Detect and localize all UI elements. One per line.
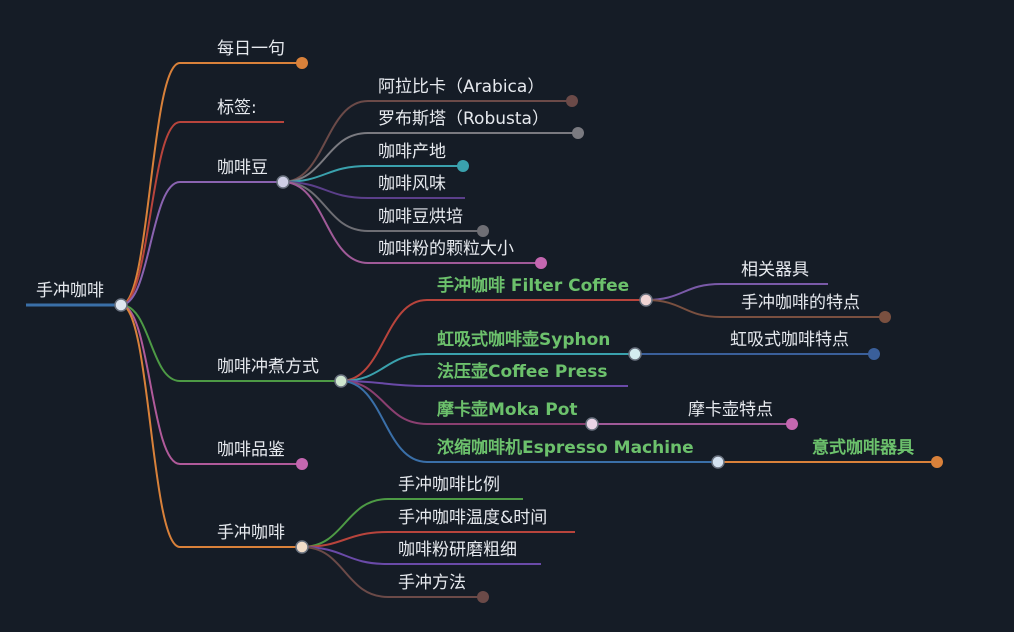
node-tasting[interactable]: 咖啡品鉴 <box>217 442 285 459</box>
link-beans-0 <box>282 100 369 183</box>
dot-tasting[interactable] <box>296 458 308 470</box>
dot-beans-5[interactable] <box>535 257 547 269</box>
link-methods-3 <box>340 380 428 425</box>
node-beans-4[interactable]: 咖啡豆烘培 <box>378 209 463 226</box>
branch-link-tasting <box>120 304 181 465</box>
dot-methods-0[interactable] <box>639 293 653 307</box>
node-methods-1[interactable]: 虹吸式咖啡壶Syphon <box>437 332 610 349</box>
node-pour-0[interactable]: 手冲咖啡比例 <box>398 477 500 494</box>
dot-root[interactable] <box>114 298 128 312</box>
node-beans-2[interactable]: 咖啡产地 <box>378 144 446 161</box>
node-pour-1[interactable]: 手冲咖啡温度&时间 <box>398 510 547 527</box>
dot-beans-1[interactable] <box>572 127 584 139</box>
link-methods-1 <box>340 353 428 382</box>
branch-link-daily <box>120 62 181 306</box>
dot-daily[interactable] <box>296 57 308 69</box>
dot-methods-4[interactable] <box>711 455 725 469</box>
dot-beans-2[interactable] <box>457 160 469 172</box>
node-beans-0[interactable]: 阿拉比卡（Arabica） <box>378 79 544 96</box>
dot-methods-3-0[interactable] <box>786 418 798 430</box>
node-methods-3-0[interactable]: 摩卡壶特点 <box>688 402 773 419</box>
dot-methods[interactable] <box>334 374 348 388</box>
node-pour-3[interactable]: 手冲方法 <box>398 575 466 592</box>
dot-methods-1-0[interactable] <box>868 348 880 360</box>
link-methods-0 <box>340 299 428 382</box>
node-methods-0-1[interactable]: 手冲咖啡的特点 <box>741 295 860 312</box>
branch-link-methods <box>120 304 181 382</box>
branch-link-beans <box>120 181 181 306</box>
dot-methods-4-0[interactable] <box>931 456 943 468</box>
node-pour-2[interactable]: 咖啡粉研磨粗细 <box>398 542 517 559</box>
node-methods[interactable]: 咖啡冲煮方式 <box>217 359 319 376</box>
node-beans-5[interactable]: 咖啡粉的颗粒大小 <box>378 241 514 258</box>
dot-beans-4[interactable] <box>477 225 489 237</box>
dot-beans-0[interactable] <box>566 95 578 107</box>
dot-methods-0-1[interactable] <box>879 311 891 323</box>
node-methods-0-0[interactable]: 相关器具 <box>741 262 809 279</box>
node-beans[interactable]: 咖啡豆 <box>217 160 268 177</box>
node-methods-2[interactable]: 法压壶Coffee Press <box>437 364 608 381</box>
node-methods-1-0[interactable]: 虹吸式咖啡特点 <box>730 332 849 349</box>
dot-pourover[interactable] <box>295 540 309 554</box>
node-tags[interactable]: 标签: <box>217 100 257 117</box>
node-methods-4-0[interactable]: 意式咖啡器具 <box>812 440 914 457</box>
root-node[interactable]: 手冲咖啡 <box>36 283 104 300</box>
node-methods-0[interactable]: 手冲咖啡 Filter Coffee <box>437 278 629 295</box>
node-methods-3[interactable]: 摩卡壶Moka Pot <box>437 402 578 419</box>
node-methods-4[interactable]: 浓缩咖啡机Espresso Machine <box>437 440 694 457</box>
node-beans-1[interactable]: 罗布斯塔（Robusta） <box>378 111 549 128</box>
node-beans-3[interactable]: 咖啡风味 <box>378 176 446 193</box>
dot-beans[interactable] <box>276 175 290 189</box>
dot-pour-3[interactable] <box>477 591 489 603</box>
link-beans-5 <box>282 181 369 264</box>
dot-methods-1[interactable] <box>628 347 642 361</box>
branch-link-tags <box>120 121 181 306</box>
link-methods-0-1 <box>645 299 722 318</box>
link-methods-0-0 <box>645 283 722 301</box>
node-pourover[interactable]: 手冲咖啡 <box>217 525 285 542</box>
dot-methods-3[interactable] <box>585 417 599 431</box>
node-daily[interactable]: 每日一句 <box>217 41 285 58</box>
